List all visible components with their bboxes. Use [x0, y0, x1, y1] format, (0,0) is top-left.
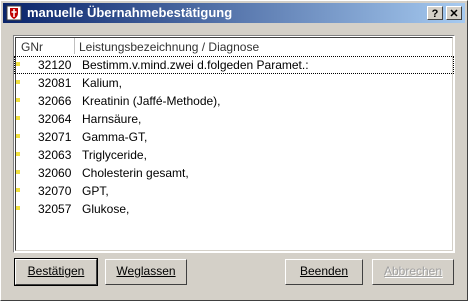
app-shield-icon	[6, 5, 22, 21]
row-gnr: 32060	[38, 166, 72, 180]
row-description: GPT,	[82, 184, 109, 198]
confirm-button[interactable]: Bestätigen	[14, 258, 98, 286]
table-row[interactable]: 32057 Glukose,	[14, 200, 454, 218]
table-row[interactable]: 32071 Gamma-GT,	[14, 128, 454, 146]
row-marker-icon	[16, 98, 20, 102]
row-marker-icon	[16, 206, 20, 210]
omit-button[interactable]: Weglassen	[105, 259, 187, 285]
column-header-description[interactable]: Leistungsbezeichnung / Diagnose	[79, 40, 259, 54]
row-gnr: 32070	[38, 184, 72, 198]
row-gnr: 32066	[38, 94, 72, 108]
row-gnr: 32063	[38, 148, 72, 162]
table-row[interactable]: 32081 Kalium,	[14, 74, 454, 92]
table-row[interactable]: 32120 Bestimm.v.mind.zwei d.folgeden Para…	[14, 56, 454, 74]
close-button[interactable]: ✕	[446, 6, 462, 20]
row-marker-icon	[16, 62, 20, 66]
help-button[interactable]: ?	[427, 6, 443, 20]
column-divider[interactable]	[74, 38, 75, 54]
table-row[interactable]: 32064 Harnsäure,	[14, 110, 454, 128]
row-description: Cholesterin gesamt,	[82, 166, 189, 180]
list-rows: 32120 Bestimm.v.mind.zwei d.folgeden Para…	[14, 56, 454, 218]
row-description: Gamma-GT,	[82, 130, 148, 144]
row-description: Kreatinin (Jaffé-Methode),	[82, 94, 221, 108]
table-row[interactable]: 32070 GPT,	[14, 182, 454, 200]
row-description: Harnsäure,	[82, 112, 142, 126]
service-list[interactable]: GNr Leistungsbezeichnung / Diagnose 3212…	[13, 35, 455, 253]
dialog-window: manuelle Übernahmebestätigung ? ✕ GNr Le…	[0, 0, 468, 301]
table-row[interactable]: 32060 Cholesterin gesamt,	[14, 164, 454, 182]
row-description: Kalium,	[82, 76, 123, 90]
window-title: manuelle Übernahmebestätigung	[27, 5, 233, 20]
row-marker-icon	[16, 188, 20, 192]
row-gnr: 32071	[38, 130, 72, 144]
row-gnr: 32057	[38, 202, 72, 216]
row-description: Bestimm.v.mind.zwei d.folgeden Paramet.:	[82, 58, 309, 72]
row-marker-icon	[16, 116, 20, 120]
row-marker-icon	[16, 152, 20, 156]
row-description: Glukose,	[82, 202, 130, 216]
table-row[interactable]: 32066 Kreatinin (Jaffé-Methode),	[14, 92, 454, 110]
row-gnr: 32081	[38, 76, 72, 90]
row-description: Triglyceride,	[82, 148, 147, 162]
row-marker-icon	[16, 170, 20, 174]
cancel-button[interactable]: Abbrechen	[372, 259, 454, 285]
row-gnr: 32064	[38, 112, 72, 126]
title-bar[interactable]: manuelle Übernahmebestätigung ? ✕	[3, 3, 465, 23]
row-marker-icon	[16, 80, 20, 84]
row-gnr: 32120	[38, 58, 72, 72]
table-row[interactable]: 32063 Triglyceride,	[14, 146, 454, 164]
finish-button[interactable]: Beenden	[285, 259, 363, 285]
column-header-gnr[interactable]: GNr	[21, 40, 43, 54]
row-marker-icon	[16, 134, 20, 138]
